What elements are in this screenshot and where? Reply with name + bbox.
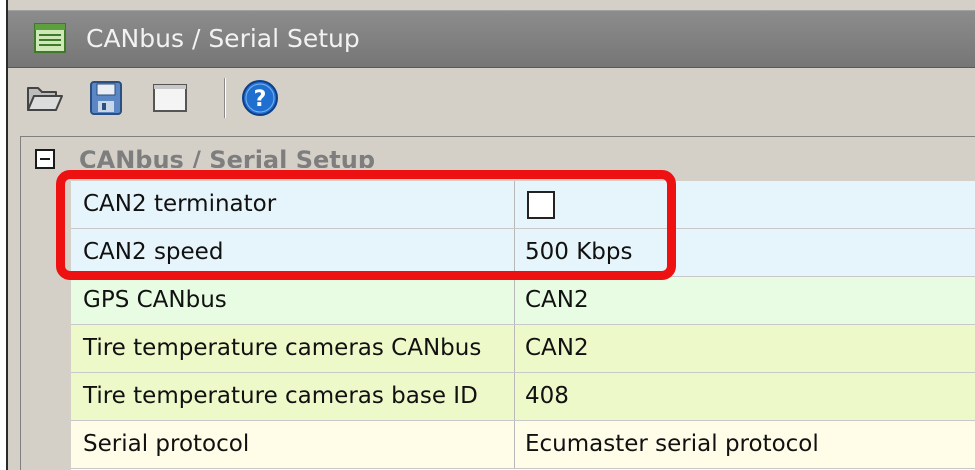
setup-window: CANbus / Serial Setup ? CANbus / Serial … (8, 0, 975, 470)
property-name: Tire temperature cameras CANbus (71, 325, 515, 372)
property-row[interactable]: CAN2 speed 500 Kbps (71, 229, 975, 277)
open-folder-icon[interactable] (24, 78, 64, 118)
property-row[interactable]: Serial protocol Ecumaster serial protocol (71, 421, 975, 469)
property-name: Tire temperature cameras base ID (71, 373, 515, 420)
property-value[interactable] (515, 181, 975, 228)
property-value[interactable]: 500 Kbps (515, 229, 975, 276)
property-value[interactable]: CAN2 (515, 277, 975, 324)
property-value[interactable]: Ecumaster serial protocol (515, 421, 975, 468)
grid-gutter (21, 181, 71, 470)
property-value[interactable]: 408 (515, 373, 975, 420)
svg-text:?: ? (254, 87, 267, 112)
property-row[interactable]: GPS CANbus CAN2 (71, 277, 975, 325)
property-grid: CANbus / Serial Setup CAN2 terminator CAN… (20, 136, 975, 470)
app-root: CANbus / Serial Setup ? CANbus / Serial … (0, 0, 975, 470)
property-value[interactable]: CAN2 (515, 325, 975, 372)
title-bar[interactable]: CANbus / Serial Setup (8, 10, 975, 68)
property-row[interactable]: Tire temperature cameras CANbus CAN2 (71, 325, 975, 373)
property-row[interactable]: CAN2 terminator (71, 181, 975, 229)
property-name: GPS CANbus (71, 277, 515, 324)
table-icon (34, 23, 66, 53)
window-icon[interactable] (150, 78, 190, 118)
save-icon[interactable] (86, 78, 126, 118)
category-label: CANbus / Serial Setup (79, 146, 376, 174)
toolbar-separator (224, 78, 226, 118)
toolbar: ? (8, 68, 975, 126)
property-row[interactable]: Tire temperature cameras base ID 408 (71, 373, 975, 421)
window-title: CANbus / Serial Setup (86, 24, 360, 53)
terminator-checkbox[interactable] (527, 191, 555, 219)
left-window-edge (0, 0, 8, 470)
property-name: CAN2 terminator (71, 181, 515, 228)
property-name: Serial protocol (71, 421, 515, 468)
property-name: CAN2 speed (71, 229, 515, 276)
collapse-toggle-icon[interactable] (35, 149, 55, 169)
help-icon[interactable]: ? (240, 78, 280, 118)
category-header[interactable]: CANbus / Serial Setup (21, 137, 975, 181)
